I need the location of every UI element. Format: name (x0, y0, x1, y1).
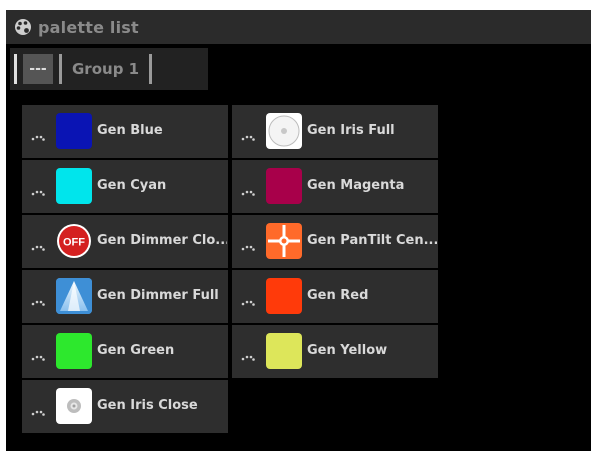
palette-item-gen-blue[interactable]: Gen Blue (22, 105, 228, 158)
drag-handle-icon[interactable] (31, 352, 45, 362)
window-title: palette list (38, 17, 139, 37)
palette-item-gen-iris-full[interactable]: Gen Iris Full (232, 105, 438, 158)
color-swatch-magenta (266, 168, 302, 204)
off-badge-text: OFF (63, 237, 85, 249)
drag-handle-icon[interactable] (241, 352, 255, 362)
palette-item-gen-red[interactable]: Gen Red (232, 270, 438, 323)
palette-item-label: Gen Cyan (97, 178, 167, 193)
palette-item-gen-pantilt-center[interactable]: Gen PanTilt Cen... (232, 215, 438, 268)
group-tabs: --- Group 1 (10, 48, 208, 90)
palette-item-gen-magenta[interactable]: Gen Magenta (232, 160, 438, 213)
palette-item-gen-iris-close[interactable]: Gen Iris Close (22, 380, 228, 433)
dimmer-full-icon (56, 278, 92, 314)
palette-item-gen-dimmer-close[interactable]: OFF Gen Dimmer Clo... (22, 215, 228, 268)
drag-handle-icon[interactable] (31, 242, 45, 252)
tab-divider (14, 54, 17, 84)
drag-handle-icon[interactable] (31, 407, 45, 417)
color-swatch-cyan (56, 168, 92, 204)
drag-handle-icon[interactable] (31, 187, 45, 197)
color-swatch-blue (56, 113, 92, 149)
tab-divider (149, 54, 153, 84)
palette-item-label: Gen Iris Close (97, 398, 198, 413)
palette-item-label: Gen Blue (97, 123, 163, 138)
dimmer-off-icon: OFF (56, 223, 92, 259)
tab-strip-spacer (152, 48, 208, 90)
tab-all-label: --- (23, 54, 53, 84)
title-bar: palette list (6, 10, 591, 44)
palette-item-gen-dimmer-full[interactable]: Gen Dimmer Full (22, 270, 228, 323)
tab-group-1[interactable]: Group 1 (59, 48, 153, 90)
drag-handle-icon[interactable] (241, 187, 255, 197)
palette-item-label: Gen Iris Full (307, 123, 395, 138)
color-swatch-red (266, 278, 302, 314)
color-swatch-green (56, 333, 92, 369)
palette-item-label: Gen Magenta (307, 178, 405, 193)
drag-handle-icon[interactable] (241, 132, 255, 142)
pantilt-center-icon (266, 223, 302, 259)
tab-group-1-label: Group 1 (72, 60, 140, 78)
drag-handle-icon[interactable] (241, 297, 255, 307)
iris-full-icon (266, 113, 302, 149)
iris-close-icon (56, 388, 92, 424)
palette-list-window: palette list --- Group 1 Gen Blue Gen Ir… (6, 10, 591, 451)
palette-item-gen-green[interactable]: Gen Green (22, 325, 228, 378)
palette-item-label: Gen Red (307, 288, 369, 303)
drag-handle-icon[interactable] (31, 132, 45, 142)
palette-item-label: Gen PanTilt Cen... (307, 233, 437, 248)
drag-handle-icon[interactable] (31, 297, 45, 307)
palette-item-label: Gen Yellow (307, 343, 388, 358)
color-swatch-yellow (266, 333, 302, 369)
drag-handle-icon[interactable] (241, 242, 255, 252)
palette-item-gen-cyan[interactable]: Gen Cyan (22, 160, 228, 213)
palette-item-label: Gen Dimmer Clo... (97, 233, 227, 248)
tab-all[interactable]: --- (10, 48, 53, 90)
palette-item-gen-yellow[interactable]: Gen Yellow (232, 325, 438, 378)
palette-icon (12, 16, 34, 38)
palette-item-label: Gen Dimmer Full (97, 288, 219, 303)
palette-item-label: Gen Green (97, 343, 175, 358)
